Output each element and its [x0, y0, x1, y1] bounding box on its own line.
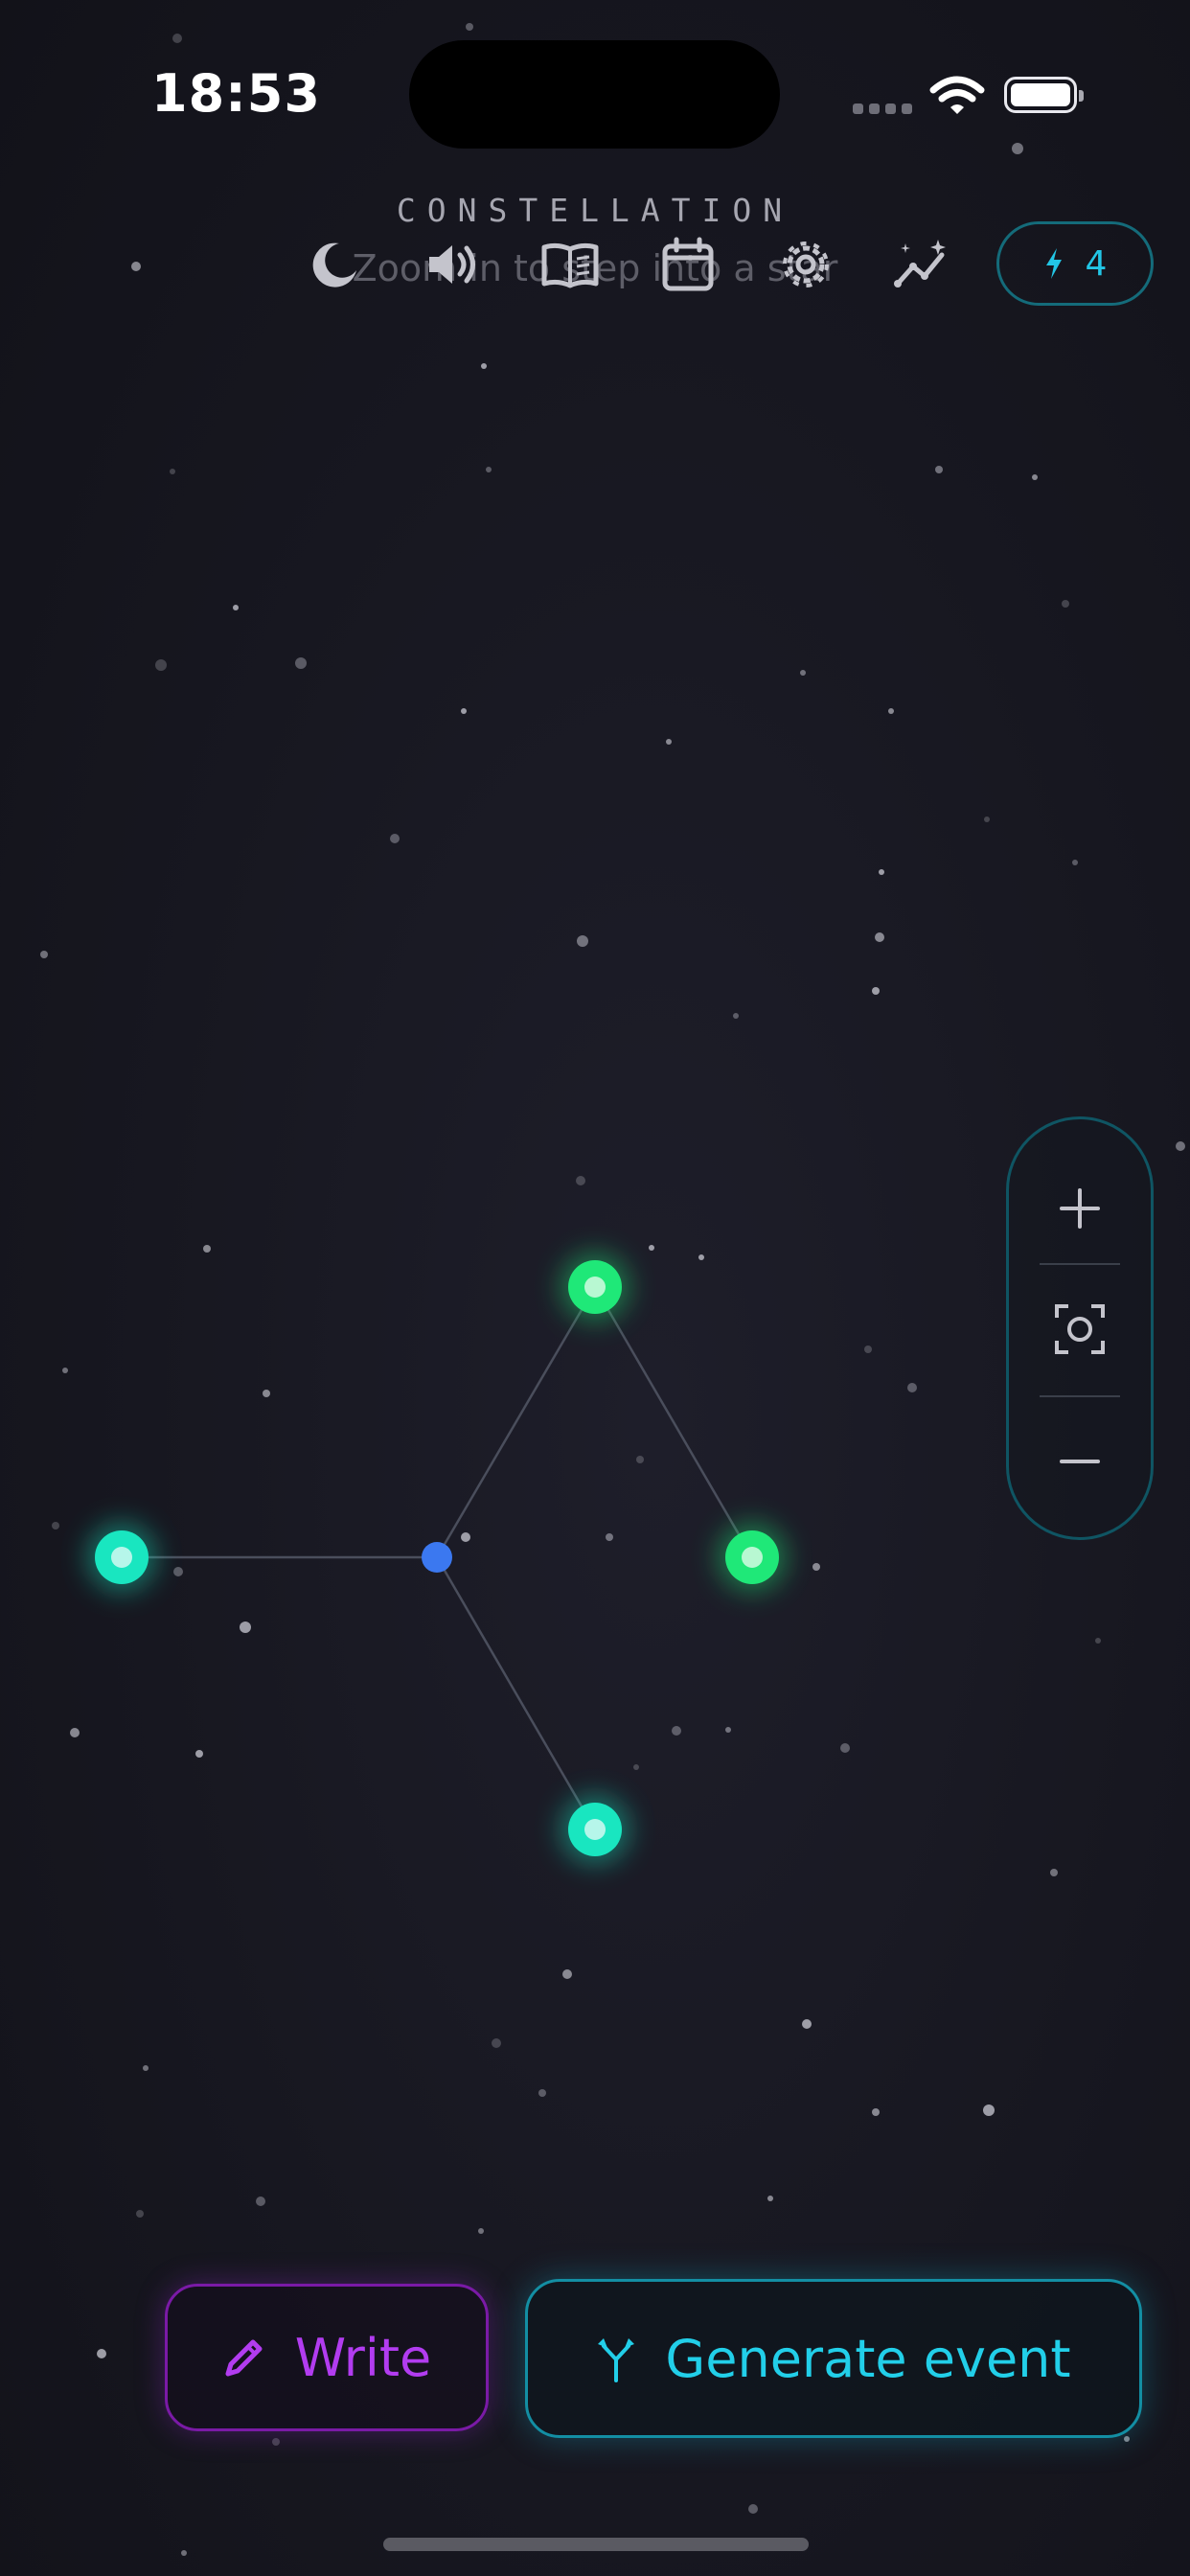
recenter-button[interactable] — [1009, 1288, 1151, 1370]
star-node-left[interactable] — [87, 1523, 156, 1592]
plus-icon — [1060, 1188, 1100, 1229]
star-node-center[interactable] — [422, 1542, 452, 1573]
generate-event-label: Generate event — [665, 2328, 1071, 2389]
zoom-out-button[interactable] — [1009, 1420, 1151, 1503]
star-node-top[interactable] — [561, 1253, 629, 1322]
pencil-icon — [225, 2339, 263, 2377]
star-node-right[interactable] — [718, 1523, 787, 1592]
write-label: Write — [294, 2327, 432, 2388]
home-indicator — [383, 2538, 809, 2551]
star-node-bottom[interactable] — [561, 1795, 629, 1864]
generate-event-button[interactable]: Generate event — [525, 2279, 1142, 2438]
branch-icon — [598, 2338, 635, 2382]
write-button[interactable]: Write — [165, 2284, 489, 2431]
focus-icon — [1055, 1304, 1105, 1354]
zoom-controls — [1006, 1116, 1154, 1540]
zoom-in-button[interactable] — [1009, 1167, 1151, 1250]
minus-icon — [1060, 1460, 1100, 1463]
